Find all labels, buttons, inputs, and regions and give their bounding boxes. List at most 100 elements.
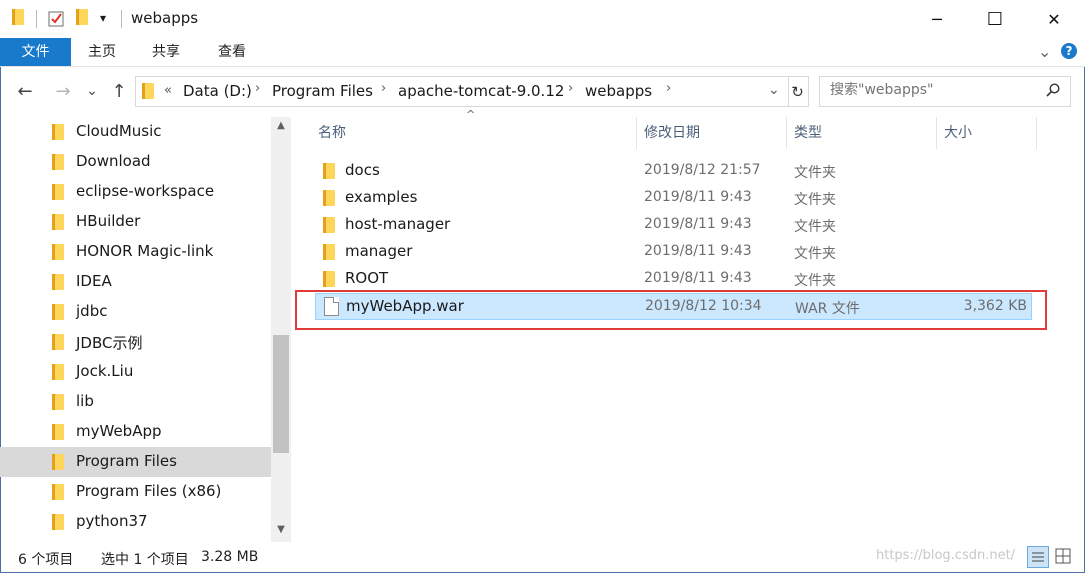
folder-icon: [323, 217, 336, 233]
sidebar-item[interactable]: HONOR Magic-link: [0, 237, 271, 267]
tab-share[interactable]: 共享: [152, 38, 180, 66]
address-row: ← → ⌄ ↑ « Data (D:) › Program Files › ap…: [0, 72, 1085, 110]
column-header-name[interactable]: 名称: [318, 117, 346, 149]
sidebar-item[interactable]: lib: [0, 387, 271, 417]
sidebar-item[interactable]: eclipse-workspace: [0, 177, 271, 207]
ribbon-tabs: 文件 主页 共享 查看 ⌄ ?: [0, 38, 1085, 67]
file-name: ROOT: [345, 269, 389, 287]
folder-icon: [52, 274, 65, 290]
sidebar-item[interactable]: Program Files: [0, 447, 271, 477]
recent-locations-chevron-icon[interactable]: ⌄: [82, 76, 102, 106]
file-row[interactable]: docs 2019/8/12 21:57 文件夹: [315, 158, 1032, 185]
quick-access-folder-icon[interactable]: [12, 9, 25, 25]
search-input[interactable]: [828, 81, 1042, 99]
sidebar-item[interactable]: HBuilder: [0, 207, 271, 237]
address-bar[interactable]: « Data (D:) › Program Files › apache-tom…: [135, 76, 789, 107]
column-header-type[interactable]: 类型: [794, 117, 822, 149]
file-type: 文件夹: [794, 192, 836, 208]
annotation-highlight-box: [295, 290, 1047, 330]
large-icons-view-icon[interactable]: [1053, 546, 1075, 568]
refresh-button[interactable]: ↻: [787, 76, 809, 107]
folder-icon: [52, 484, 65, 500]
column-divider[interactable]: [786, 117, 787, 149]
tab-view[interactable]: 查看: [218, 38, 246, 66]
breadcrumb-chevron-icon[interactable]: ›: [381, 81, 386, 96]
column-divider[interactable]: [1036, 117, 1037, 149]
file-row[interactable]: ROOT 2019/8/11 9:43 文件夹: [315, 266, 1032, 293]
sidebar-item-label: jdbc: [76, 302, 108, 320]
folder-icon: [52, 394, 65, 410]
details-view-icon[interactable]: [1027, 546, 1049, 568]
column-divider[interactable]: [936, 117, 937, 149]
breadcrumb-overflow[interactable]: «: [164, 83, 172, 98]
close-button[interactable]: ✕: [1025, 0, 1083, 38]
file-modified-date: 2019/8/11 9:43: [644, 270, 752, 286]
file-row[interactable]: host-manager 2019/8/11 9:43 文件夹: [315, 212, 1032, 239]
nav-scrollbar[interactable]: ▲ ▼: [271, 117, 291, 542]
column-divider[interactable]: [636, 117, 637, 149]
breadcrumb-chevron-icon[interactable]: ›: [568, 81, 573, 96]
tab-home[interactable]: 主页: [88, 38, 116, 66]
file-type: 文件夹: [794, 165, 836, 181]
sidebar-item-label: JDBC示例: [76, 334, 143, 352]
folder-icon: [52, 454, 65, 470]
sidebar-item[interactable]: JDBC示例: [0, 327, 271, 357]
minimize-button[interactable]: ─: [908, 0, 966, 38]
sidebar-item-label: Jock.Liu: [76, 362, 134, 380]
sidebar-item-label: HBuilder: [76, 212, 141, 230]
title-bar: ▾ webapps ─ ☐ ✕: [0, 0, 1085, 38]
forward-button[interactable]: →: [50, 76, 76, 106]
scroll-thumb[interactable]: [273, 335, 289, 453]
folder-icon: [142, 83, 155, 99]
help-icon[interactable]: ?: [1061, 43, 1077, 59]
column-header-size[interactable]: 大小: [944, 117, 972, 149]
file-name: examples: [345, 188, 418, 206]
properties-icon[interactable]: [48, 10, 65, 27]
sidebar-item[interactable]: python37: [0, 507, 271, 537]
expand-ribbon-chevron-icon[interactable]: ⌄: [1038, 38, 1051, 66]
customize-quick-access-chevron-icon[interactable]: ▾: [100, 11, 106, 25]
file-row[interactable]: manager 2019/8/11 9:43 文件夹: [315, 239, 1032, 266]
sidebar-item-label: IDEA: [76, 272, 112, 290]
breadcrumb-chevron-icon[interactable]: ›: [666, 81, 671, 96]
sidebar-item[interactable]: myWebApp: [0, 417, 271, 447]
sidebar-item-label: eclipse-workspace: [76, 182, 215, 200]
sidebar-item-label: Program Files (x86): [76, 482, 222, 500]
breadcrumb-data-d[interactable]: Data (D:): [183, 82, 252, 100]
navigation-pane: CloudMusic Download eclipse-workspace HBuil…: [0, 117, 271, 542]
folder-icon: [52, 154, 65, 170]
search-icon[interactable]: [1046, 83, 1060, 97]
folder-icon: [52, 184, 65, 200]
back-button[interactable]: ←: [12, 76, 38, 106]
up-button[interactable]: ↑: [106, 76, 132, 106]
sidebar-item[interactable]: CloudMusic: [0, 117, 271, 147]
sidebar-item-label: Program Files: [76, 452, 177, 470]
search-box[interactable]: [819, 76, 1071, 107]
breadcrumb-chevron-icon[interactable]: ›: [255, 81, 260, 96]
sidebar-item-label: lib: [76, 392, 94, 410]
selection-size: 3.28 MB: [201, 549, 259, 565]
sidebar-item-label: CloudMusic: [76, 122, 162, 140]
sidebar-item[interactable]: IDEA: [0, 267, 271, 297]
file-type: 文件夹: [794, 246, 836, 262]
breadcrumb-apache-tomcat[interactable]: apache-tomcat-9.0.12: [398, 82, 564, 100]
file-name: docs: [345, 161, 380, 179]
file-row[interactable]: examples 2019/8/11 9:43 文件夹: [315, 185, 1032, 212]
tab-file[interactable]: 文件: [0, 38, 71, 66]
breadcrumb-webapps[interactable]: webapps: [585, 82, 652, 100]
sidebar-item[interactable]: jdbc: [0, 297, 271, 327]
maximize-button[interactable]: ☐: [966, 0, 1024, 38]
scroll-up-arrow-icon[interactable]: ▲: [271, 120, 291, 137]
new-folder-icon[interactable]: [76, 9, 89, 25]
address-dropdown-chevron-icon[interactable]: ⌄: [768, 82, 780, 98]
sidebar-item[interactable]: Program Files (x86): [0, 477, 271, 507]
watermark: https://blog.csdn.net/: [876, 548, 1016, 563]
sidebar-item[interactable]: Jock.Liu: [0, 357, 271, 387]
folder-icon: [52, 424, 65, 440]
breadcrumb-program-files[interactable]: Program Files: [272, 82, 373, 100]
column-header-date[interactable]: 修改日期: [644, 117, 700, 149]
scroll-down-arrow-icon[interactable]: ▼: [271, 524, 291, 541]
sidebar-item[interactable]: Download: [0, 147, 271, 177]
item-count: 6 个项目: [18, 552, 74, 568]
folder-icon: [52, 124, 65, 140]
